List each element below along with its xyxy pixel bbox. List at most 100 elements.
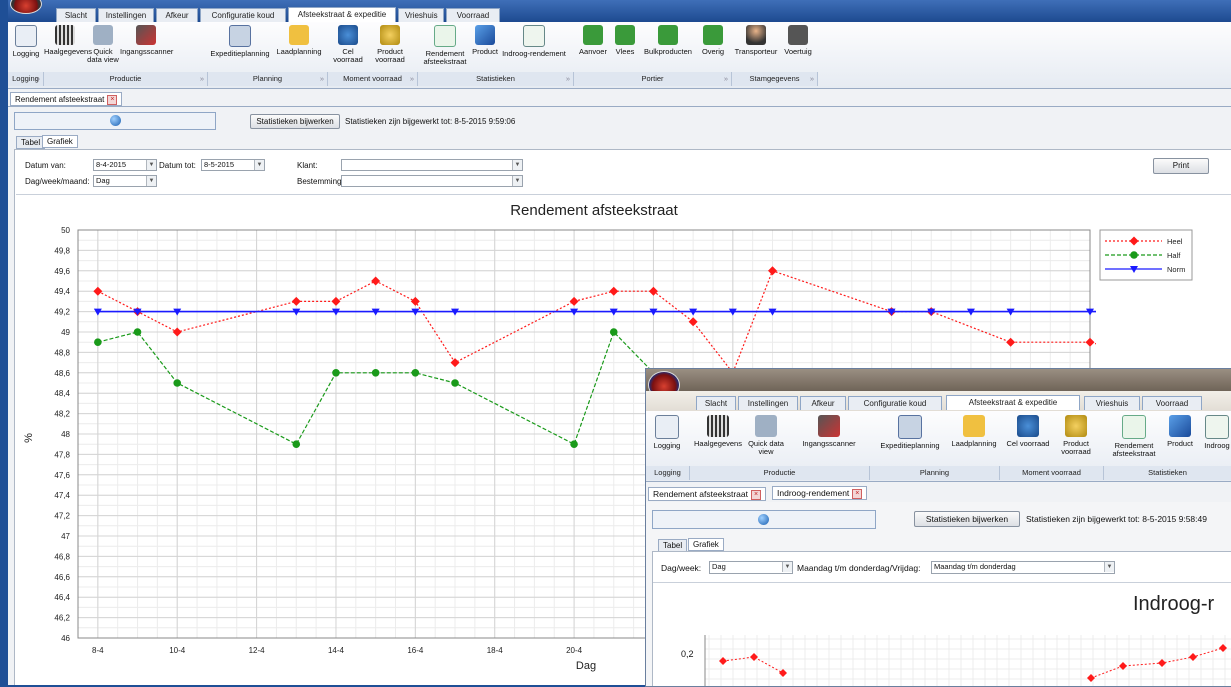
logging-button[interactable]: Logging [8, 25, 44, 58]
chevron-down-icon[interactable]: ▼ [146, 160, 156, 170]
product-button[interactable]: Product [1162, 415, 1198, 448]
divider [8, 106, 1231, 107]
maandag-select[interactable]: Maandag t/m donderdag ▼ [931, 561, 1115, 574]
group-expand-icon[interactable]: » [566, 72, 570, 86]
datum-tot-field[interactable]: 8-5-2015 ▼ [201, 159, 265, 171]
y-axis-label: % [23, 433, 35, 443]
x-tick-label: 12-4 [249, 646, 266, 655]
periode-select[interactable]: Dag ▼ [93, 175, 157, 187]
tab-voorraad[interactable]: Voorraad [1142, 396, 1202, 410]
voertuig-button[interactable]: Voertuig [780, 25, 816, 56]
klant-select[interactable]: ▼ [341, 159, 523, 171]
data-point-heel [1205, 348, 1214, 357]
product-voorraad-button[interactable]: Product voorraad [1054, 415, 1098, 456]
x-axis-label: Dag [576, 660, 596, 672]
cel-voorraad-button[interactable]: Cel voorraad [328, 25, 368, 64]
rendement-afsteekstraat-button[interactable]: Rendement afsteekstraat [1108, 415, 1160, 458]
expeditieplanning-button[interactable]: Expeditieplanning [208, 25, 272, 58]
laadplanning-button[interactable]: Laadplanning [948, 415, 1000, 448]
cel-voorraad-button[interactable]: Cel voorraad [1002, 415, 1054, 448]
cel-voorraad-label: Cel voorraad [1006, 439, 1050, 448]
doc-tab-rendement-afsteekstraat[interactable]: Rendement afsteekstraat × [10, 92, 123, 106]
line-chart-icon [523, 25, 545, 47]
haalgegevens-button[interactable]: Haalgegevens [44, 25, 92, 56]
tab-vrieshuis[interactable]: Vrieshuis [398, 8, 444, 22]
bestemming-select[interactable]: ▼ [341, 175, 523, 187]
rendement-afsteekstraat-label: Rendement afsteekstraat [1112, 441, 1156, 458]
close-icon[interactable]: × [852, 488, 863, 499]
group-stamgegevens-label: Stamgegevens [749, 74, 800, 83]
close-icon[interactable]: × [750, 489, 761, 500]
chevron-down-icon[interactable]: ▼ [254, 160, 264, 170]
truck-icon [703, 25, 723, 45]
data-point-heel [410, 296, 420, 306]
haalgegevens-button[interactable]: Haalgegevens [690, 415, 746, 448]
tab-configuratie-koud[interactable]: Configuratie koud [200, 8, 286, 22]
tab-instellingen[interactable]: Instellingen [738, 396, 798, 410]
datum-tot-value: 8-5-2015 [204, 160, 235, 169]
product-voorraad-label: Product voorraad [375, 47, 405, 64]
statistieken-bijwerken-button[interactable]: Statistieken bijwerken [914, 511, 1020, 527]
chevron-down-icon[interactable]: ▼ [1104, 562, 1114, 572]
product-button[interactable]: Product [470, 25, 500, 56]
x-tick-label: 10-4 [169, 646, 186, 655]
quick-data-view-button[interactable]: Quick data view [86, 25, 120, 64]
app-menu-orb-icon[interactable] [10, 0, 42, 14]
series-line [1090, 647, 1224, 679]
vlees-button[interactable]: Vlees [612, 25, 638, 56]
calendar-icon [898, 415, 922, 439]
ingangsscanner-button[interactable]: Ingangsscanner [788, 415, 870, 448]
group-expand-icon[interactable]: » [410, 72, 414, 86]
group-expand-icon[interactable]: » [36, 72, 40, 86]
datum-van-field[interactable]: 8-4-2015 ▼ [93, 159, 157, 171]
tab-slacht[interactable]: Slacht [696, 396, 736, 410]
tab-instellingen[interactable]: Instellingen [98, 8, 154, 22]
products-clock-icon [380, 25, 400, 45]
expeditieplanning-label: Expeditieplanning [210, 49, 270, 58]
tab-slacht[interactable]: Slacht [56, 8, 96, 22]
group-stamgegevens: Stamgegevens » [732, 72, 818, 86]
print-button[interactable]: Print [1153, 158, 1209, 174]
tab-configuratie-koud[interactable]: Configuratie koud [848, 396, 942, 410]
group-expand-icon[interactable]: » [724, 72, 728, 86]
legend-label-heel: Heel [1167, 237, 1183, 246]
tab-afsteekstraat-expeditie[interactable]: Afsteekstraat & expeditie [946, 395, 1080, 410]
doc-tab-rendement-afsteekstraat[interactable]: Rendement afsteekstraat × [648, 487, 766, 501]
logging-button[interactable]: Logging [648, 415, 686, 450]
data-point-half [371, 369, 380, 377]
chevron-down-icon[interactable]: ▼ [512, 176, 522, 186]
rendement-afsteekstraat-button[interactable]: Rendement afsteekstraat [422, 25, 468, 66]
chevron-down-icon[interactable]: ▼ [146, 176, 156, 186]
group-expand-icon[interactable]: » [200, 72, 204, 86]
product-voorraad-button[interactable]: Product voorraad [370, 25, 410, 64]
indroog-rendement-button[interactable]: Indroog-rendement [502, 25, 566, 58]
quick-data-view-button[interactable]: Quick data view [746, 415, 786, 456]
tab-voorraad[interactable]: Voorraad [446, 8, 500, 22]
group-expand-icon[interactable]: » [320, 72, 324, 86]
tab-afkeur[interactable]: Afkeur [800, 396, 846, 410]
group-expand-icon[interactable]: » [810, 72, 814, 86]
aanvoer-button[interactable]: Aanvoer [576, 25, 610, 56]
tab-tabel[interactable]: Tabel [16, 136, 46, 149]
tab-afkeur[interactable]: Afkeur [156, 8, 198, 22]
expeditieplanning-button[interactable]: Expeditieplanning [872, 415, 948, 450]
transporteur-button[interactable]: Transporteur [732, 25, 780, 56]
dagweek-select[interactable]: Dag ▼ [709, 561, 793, 574]
tab-afsteekstraat-expeditie[interactable]: Afsteekstraat & expeditie [288, 7, 396, 22]
indroog-button[interactable]: Indroog [1200, 415, 1231, 450]
ingangsscanner-button[interactable]: Ingangsscanner [120, 25, 173, 56]
y-tick-label: 47,4 [54, 491, 70, 500]
overig-button[interactable]: Overig [696, 25, 730, 56]
bulkproducten-button[interactable]: Bulkproducten [640, 25, 696, 56]
chevron-down-icon[interactable]: ▼ [512, 160, 522, 170]
chevron-down-icon[interactable]: ▼ [782, 562, 792, 572]
laadplanning-button[interactable]: Laadplanning [272, 25, 326, 56]
tab-grafiek[interactable]: Grafiek [688, 538, 724, 551]
tab-vrieshuis[interactable]: Vrieshuis [1084, 396, 1140, 410]
statistieken-bijwerken-button[interactable]: Statistieken bijwerken [250, 114, 340, 129]
tab-grafiek[interactable]: Grafiek [42, 135, 78, 148]
haalgegevens-label: Haalgegevens [694, 439, 742, 448]
close-icon[interactable]: × [107, 94, 118, 105]
y-tick-label: 46,4 [54, 593, 70, 602]
doc-tab-indroog-rendement[interactable]: Indroog-rendement × [772, 486, 868, 500]
